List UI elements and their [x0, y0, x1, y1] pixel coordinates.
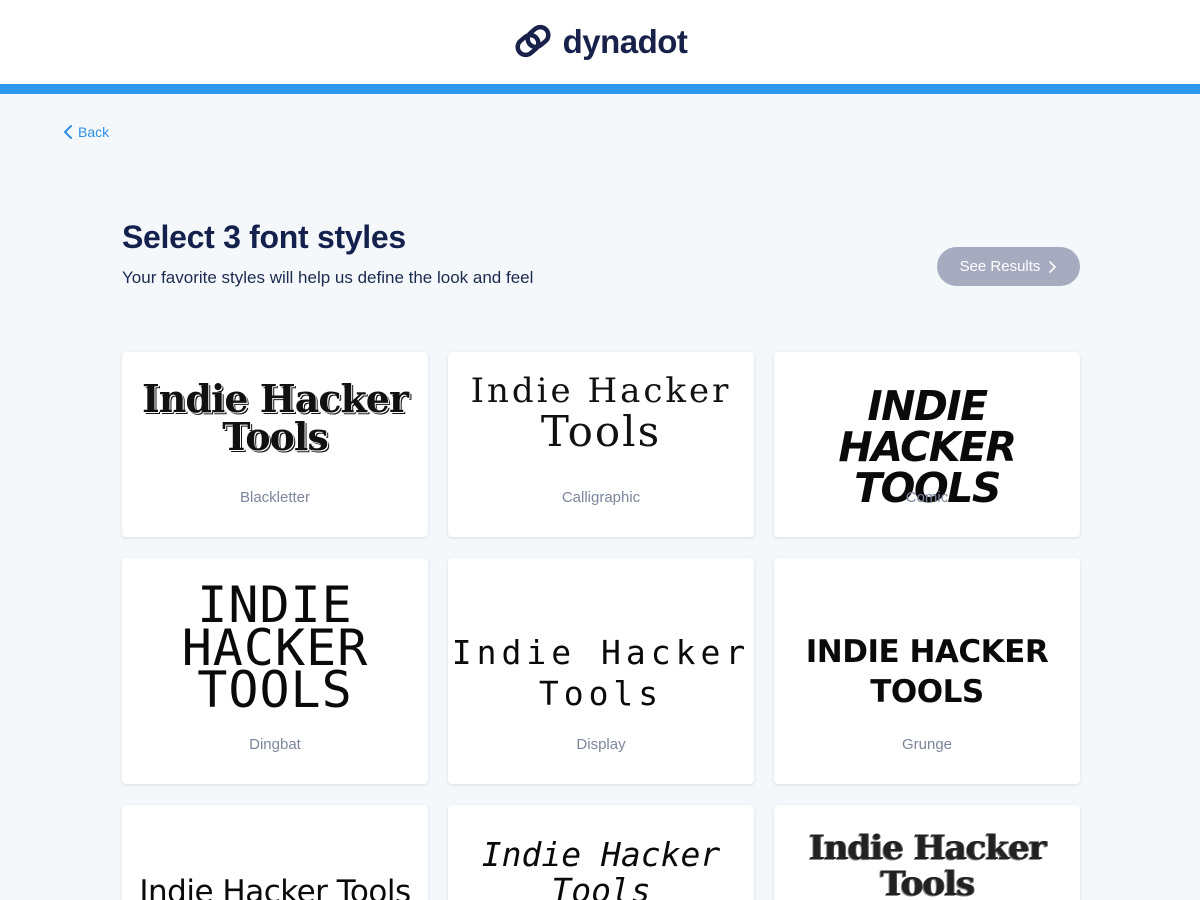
top-header: dynadot [0, 0, 1200, 84]
font-sample: Indie Hacker Tools [139, 874, 411, 900]
font-sample: Indie Hacker Tools [481, 835, 721, 900]
font-sample: Indie Hacker Tools [470, 371, 732, 456]
font-style-label: Display [576, 736, 626, 753]
font-card-blackletter[interactable]: Indie Hacker Tools Blackletter [122, 352, 428, 537]
font-style-label: Calligraphic [561, 489, 641, 506]
font-card-italic[interactable]: Indie Hacker Tools [448, 805, 754, 900]
font-style-label: Dingbat [249, 736, 301, 753]
font-style-label: Blackletter [239, 489, 311, 506]
font-style-label: Comic [905, 489, 949, 506]
page-subtitle: Your favorite styles will help us define… [122, 268, 534, 287]
font-sample: INDIE HACKER TOOLS [181, 576, 369, 719]
chevron-left-icon [64, 125, 72, 139]
font-style-label: Grunge [901, 736, 953, 753]
font-card-display[interactable]: Indie Hacker Tools Display [448, 558, 754, 784]
chevron-right-icon [1049, 260, 1057, 273]
font-card-ornamental[interactable]: Indie Hacker Tools [774, 805, 1080, 900]
see-results-label: See Results [959, 258, 1041, 275]
chain-link-icon [515, 24, 551, 58]
font-card-handwritten[interactable]: Indie Hacker Tools [122, 805, 428, 900]
font-sample: Indie Hacker Tools [805, 634, 1049, 711]
page-title: Select 3 font styles [122, 219, 406, 255]
back-link[interactable]: Back [63, 124, 109, 140]
font-sample: Indie Hacker Tools [141, 376, 409, 459]
logo-wordmark: dynadot [562, 23, 688, 60]
see-results-button[interactable]: See Results [937, 247, 1080, 286]
font-sample: Indie Hacker Tools [451, 633, 751, 714]
font-card-comic[interactable]: Indie Hacker Tools Comic [774, 352, 1080, 537]
header-accent-bar [0, 84, 1200, 94]
font-card-grunge[interactable]: Indie Hacker Tools Grunge [774, 558, 1080, 784]
font-card-calligraphic[interactable]: Indie Hacker Tools Calligraphic [448, 352, 754, 537]
font-sample: Indie Hacker Tools [808, 828, 1047, 900]
font-card-dingbat[interactable]: INDIE HACKER TOOLS Dingbat [122, 558, 428, 784]
back-label: Back [78, 124, 110, 140]
dynadot-logo[interactable]: dynadot [513, 21, 688, 63]
